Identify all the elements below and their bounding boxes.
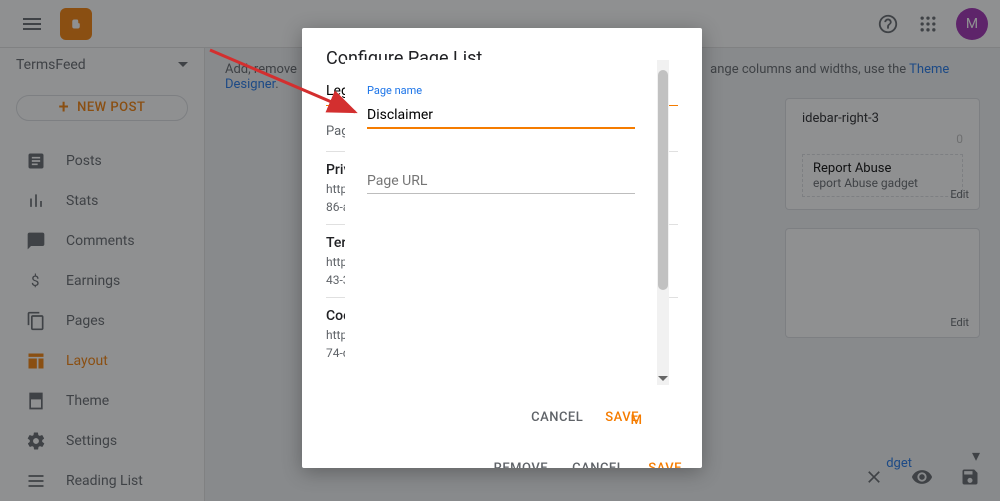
scrollbar[interactable] — [657, 60, 669, 385]
page-name-label: Page name — [367, 84, 635, 97]
add-page-dialog: Page name CANCEL SAVE — [345, 60, 657, 385]
scroll-down-icon — [658, 373, 668, 383]
page-url-input[interactable] — [367, 169, 635, 194]
remove-button[interactable]: REMOVE — [494, 461, 548, 468]
page-name-input[interactable] — [367, 103, 635, 129]
save-button[interactable]: SAVE — [648, 461, 682, 468]
cancel-button[interactable]: CANCEL — [531, 410, 583, 425]
cancel-button[interactable]: CANCEL — [572, 461, 624, 468]
save-button[interactable]: SAVE — [605, 410, 639, 425]
scrollbar-thumb[interactable] — [658, 70, 668, 290]
